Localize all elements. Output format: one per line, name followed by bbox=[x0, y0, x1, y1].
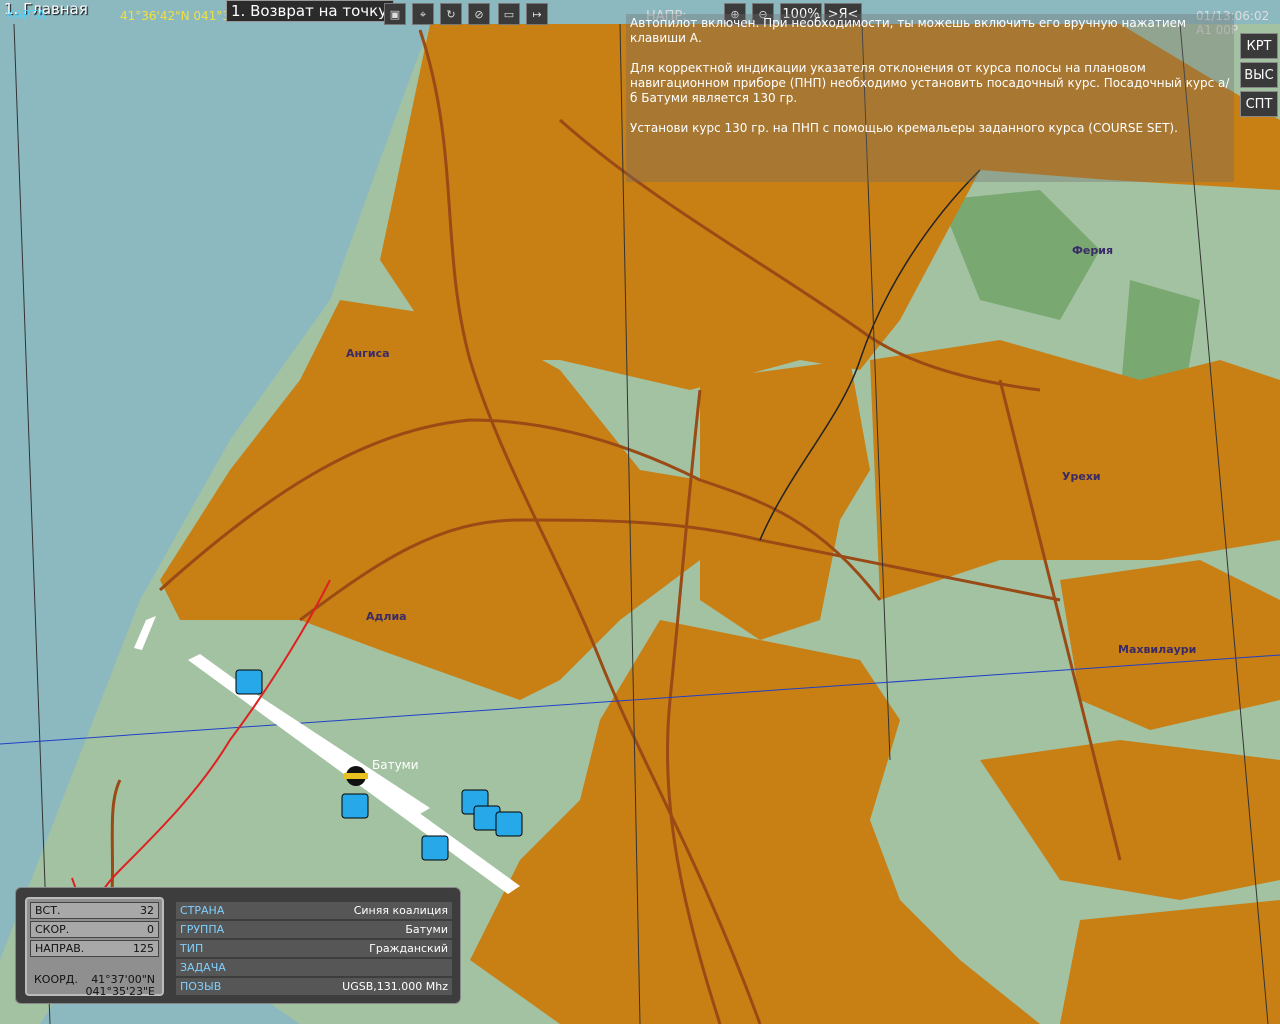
airfield-name: Батуми bbox=[372, 758, 419, 772]
callsign-row: ПОЗЫВ UGSB,131.000 Mhz bbox=[176, 978, 452, 995]
altitude-label: ВСТ. bbox=[35, 904, 61, 917]
heading-label: НАПРАВ. bbox=[35, 942, 85, 955]
measure-icon[interactable]: ▣ bbox=[384, 3, 406, 25]
heading-value: 125 bbox=[133, 942, 154, 955]
type-value: Гражданский bbox=[369, 942, 448, 955]
ruler-icon[interactable]: ↻ bbox=[440, 3, 462, 25]
country-value: Синяя коалиция bbox=[353, 904, 448, 917]
altitude-mode-button[interactable]: ВЫС bbox=[1240, 62, 1278, 88]
type-row: ТИП Гражданский bbox=[176, 940, 452, 957]
type-label: ТИП bbox=[180, 942, 204, 955]
satellite-mode-button[interactable]: СПТ bbox=[1240, 91, 1278, 117]
country-row: СТРАНА Синяя коалиция bbox=[176, 902, 452, 919]
callsign-label: ПОЗЫВ bbox=[180, 980, 222, 993]
speed-label: СКОР. bbox=[35, 923, 70, 936]
message-line: Для корректной индикации указателя откло… bbox=[630, 61, 1230, 105]
city-label: Адлиа bbox=[366, 610, 407, 623]
task-row: ЗАДАЧА bbox=[176, 959, 452, 976]
speed-value: 0 bbox=[147, 923, 154, 936]
heading-row: НАПРАВ. 125 bbox=[30, 940, 159, 957]
waypoint-select[interactable]: 1. Возврат на точку bbox=[226, 0, 394, 22]
message-line: Автопилот включен. При необходимости, ты… bbox=[630, 16, 1187, 45]
city-label: Ангиса bbox=[346, 347, 390, 360]
group-value: Батуми bbox=[405, 923, 448, 936]
message-line: Установи курс 130 гр. на ПНП с помощью к… bbox=[630, 121, 1178, 135]
country-label: СТРАНА bbox=[180, 904, 225, 917]
message-box: Автопилот включен. При необходимости, ты… bbox=[626, 14, 1234, 182]
altitude-row: ВСТ. 32 bbox=[30, 902, 159, 919]
eraser-icon[interactable]: ⊘ bbox=[468, 3, 490, 25]
city-label: Махвилаури bbox=[1118, 643, 1197, 656]
group-row: ГРУППА Батуми bbox=[176, 921, 452, 938]
speed-row: СКОР. 0 bbox=[30, 921, 159, 938]
group-label: ГРУППА bbox=[180, 923, 225, 936]
altitude-value: 32 bbox=[140, 904, 154, 917]
map-mode-button[interactable]: КРТ bbox=[1240, 33, 1278, 59]
callsign-value: UGSB,131.000 Mhz bbox=[342, 980, 448, 993]
task-label: ЗАДАЧА bbox=[180, 961, 226, 974]
distance-icon[interactable]: ↦ bbox=[526, 3, 548, 25]
target-icon[interactable]: ⌖ bbox=[412, 3, 434, 25]
city-label: Урехи bbox=[1062, 470, 1101, 483]
unit-info-panel: ВСТ. 32 СКОР. 0 НАПРАВ. 125 КООРД. 41°37… bbox=[15, 887, 461, 1004]
coordinates-row: КООРД. 41°37'00"N 041°35'23"E bbox=[30, 973, 159, 998]
comment-icon[interactable]: ▭ bbox=[498, 3, 520, 25]
longitude-value: 041°35'23"E bbox=[85, 985, 155, 998]
coord-label: КООРД. bbox=[34, 973, 78, 986]
city-label: Ферия bbox=[1072, 244, 1114, 257]
flight-data-block: ВСТ. 32 СКОР. 0 НАПРАВ. 125 КООРД. 41°37… bbox=[25, 897, 164, 998]
map-label: КАРТА bbox=[6, 8, 46, 22]
